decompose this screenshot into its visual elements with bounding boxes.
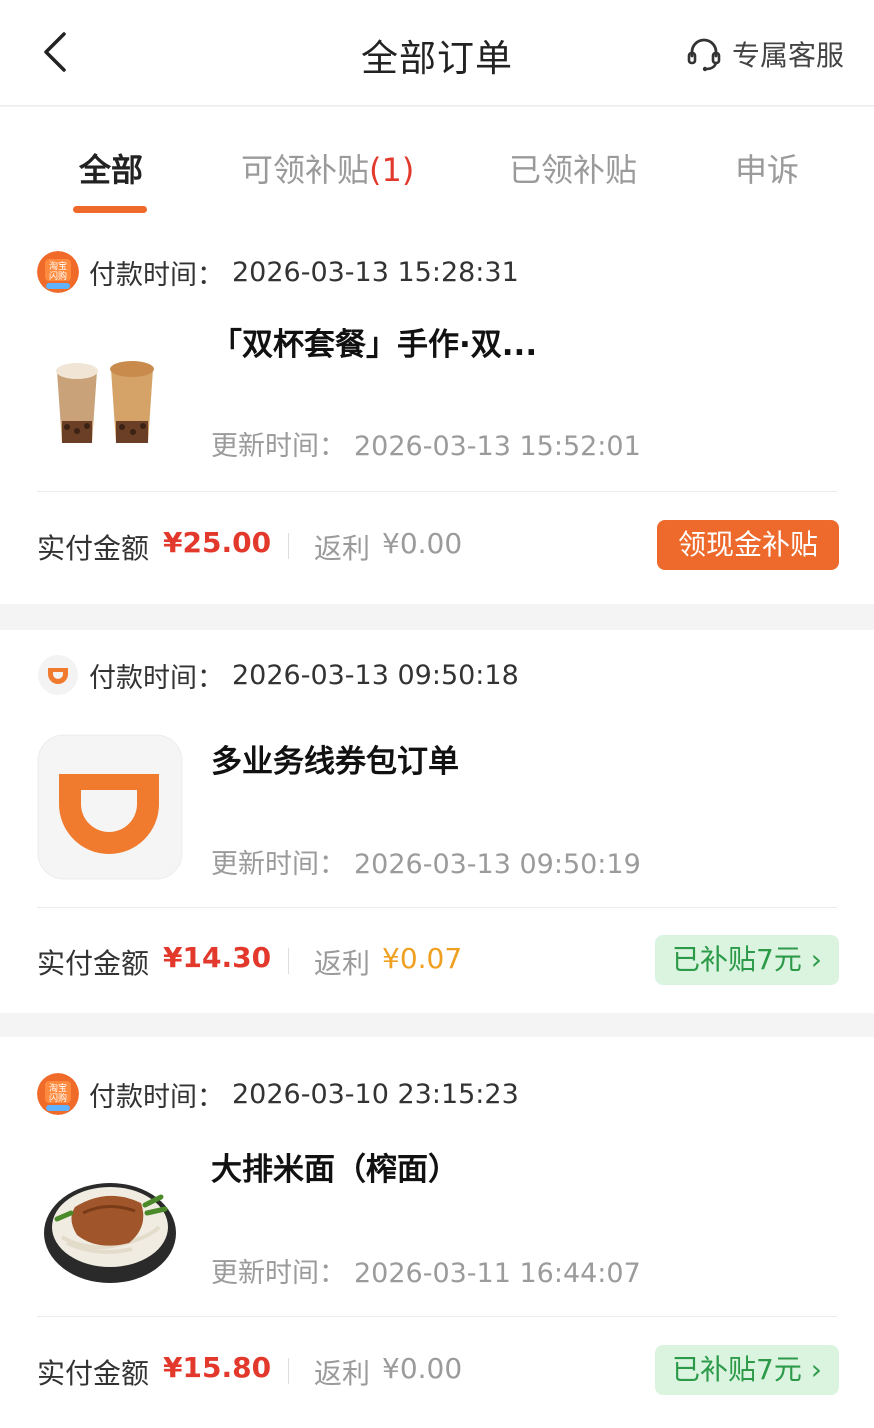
update-time-value: 2026-03-13 15:52:01 <box>354 431 641 462</box>
tab-claimable-subsidy[interactable]: 可领补贴(1) <box>241 145 414 191</box>
tab-claimed-subsidy[interactable]: 已领补贴 <box>509 145 637 191</box>
noodle-bowl-image <box>37 1157 183 1303</box>
order-tabs: 全部 可领补贴(1) 已领补贴 申诉 <box>0 107 874 221</box>
top-bar: 全部订单 专属客服 <box>0 0 874 106</box>
didi-logo-icon <box>38 655 78 695</box>
rebate-label: 返利 <box>314 532 371 565</box>
paid-amount-label: 实付金额 <box>37 1357 150 1390</box>
order-card[interactable]: 付款时间： 2026-03-13 09:50:18 多业务线券包订单 更新时间：… <box>0 630 874 1013</box>
rebate-value: ¥0.00 <box>382 527 463 560</box>
customer-service-label: 专属客服 <box>731 39 844 72</box>
pay-time-value: 2026-03-13 09:50:18 <box>232 659 519 691</box>
paid-amount-value: ¥25.00 <box>163 526 272 559</box>
didi-app-icon <box>37 734 183 880</box>
tab-claimable-count: (1) <box>369 151 415 189</box>
update-time-row: 更新时间： 2026-03-13 09:50:19 <box>211 842 641 881</box>
paid-amount-label: 实付金额 <box>37 532 150 565</box>
subsidy-received-button[interactable]: 已补贴7元 › <box>655 1345 839 1395</box>
svg-text:淘宝: 淘宝 <box>49 260 67 272</box>
orders-page: 全部订单 专属客服 全部 可领补贴(1) 已领补贴 申诉 淘宝 闪购 付款时间：… <box>0 0 874 1428</box>
product-name: 「双杯套餐」手作·双... <box>211 327 538 363</box>
svg-text:闪购: 闪购 <box>49 270 67 282</box>
active-tab-indicator <box>73 206 147 213</box>
separator <box>288 1358 289 1384</box>
tab-all[interactable]: 全部 <box>79 145 143 191</box>
tab-claimable-label: 可领补贴 <box>241 151 370 189</box>
paid-amount-value: ¥15.80 <box>163 1351 272 1384</box>
update-time-value: 2026-03-11 16:44:07 <box>354 1258 641 1289</box>
separator <box>288 533 289 559</box>
update-time-label: 更新时间： <box>211 849 346 880</box>
milk-tea-cups-image <box>37 331 183 477</box>
svg-text:闪购: 闪购 <box>49 1092 67 1104</box>
divider <box>37 491 837 492</box>
rebate-value: ¥0.07 <box>382 942 463 975</box>
payment-row: 实付金额 ¥15.80 返利 ¥0.00 已补贴7元 › <box>37 1342 839 1398</box>
update-time-row: 更新时间： 2026-03-13 15:52:01 <box>211 424 641 463</box>
rebate-value: ¥0.00 <box>382 1352 463 1385</box>
order-card[interactable]: 淘宝 闪购 付款时间： 2026-03-10 23:15:23 大排米面（榨面）… <box>0 1037 874 1428</box>
paid-amount-label: 实付金额 <box>37 947 150 980</box>
svg-text:淘宝: 淘宝 <box>49 1082 67 1094</box>
paid-amount-value: ¥14.30 <box>163 941 272 974</box>
product-name: 大排米面（榨面） <box>211 1152 459 1188</box>
order-header: 淘宝 闪购 付款时间： 2026-03-10 23:15:23 <box>37 1073 519 1115</box>
taobao-flash-logo-icon: 淘宝 闪购 <box>37 1073 79 1115</box>
divider <box>37 907 837 908</box>
pay-time-label: 付款时间： <box>89 1081 224 1113</box>
separator <box>288 948 289 974</box>
pay-time-label: 付款时间： <box>89 662 224 694</box>
product-name: 多业务线券包订单 <box>211 744 459 780</box>
divider <box>37 1316 837 1317</box>
claim-cash-subsidy-button[interactable]: 领现金补贴 <box>657 520 839 570</box>
customer-service-button[interactable]: 专属客服 <box>684 34 844 74</box>
order-header: 付款时间： 2026-03-13 09:50:18 <box>37 654 519 696</box>
taobao-flash-logo-icon: 淘宝 闪购 <box>37 251 79 293</box>
order-header: 淘宝 闪购 付款时间： 2026-03-13 15:28:31 <box>37 251 519 293</box>
update-time-label: 更新时间： <box>211 1258 346 1289</box>
pay-time-value: 2026-03-13 15:28:31 <box>232 256 519 288</box>
pay-time-label: 付款时间： <box>89 259 224 291</box>
payment-row: 实付金额 ¥14.30 返利 ¥0.07 已补贴7元 › <box>37 932 839 988</box>
subsidy-received-button[interactable]: 已补贴7元 › <box>655 935 839 985</box>
update-time-label: 更新时间： <box>211 431 346 462</box>
pay-time-value: 2026-03-10 23:15:23 <box>232 1078 519 1110</box>
payment-row: 实付金额 ¥25.00 返利 ¥0.00 领现金补贴 <box>37 517 839 573</box>
tab-appeal[interactable]: 申诉 <box>735 145 799 191</box>
update-time-value: 2026-03-13 09:50:19 <box>354 849 641 880</box>
order-card[interactable]: 淘宝 闪购 付款时间： 2026-03-13 15:28:31 「双杯套餐」手作… <box>0 221 874 604</box>
rebate-label: 返利 <box>314 947 371 980</box>
headset-icon <box>687 38 721 72</box>
update-time-row: 更新时间： 2026-03-11 16:44:07 <box>211 1251 641 1290</box>
rebate-label: 返利 <box>314 1357 371 1390</box>
